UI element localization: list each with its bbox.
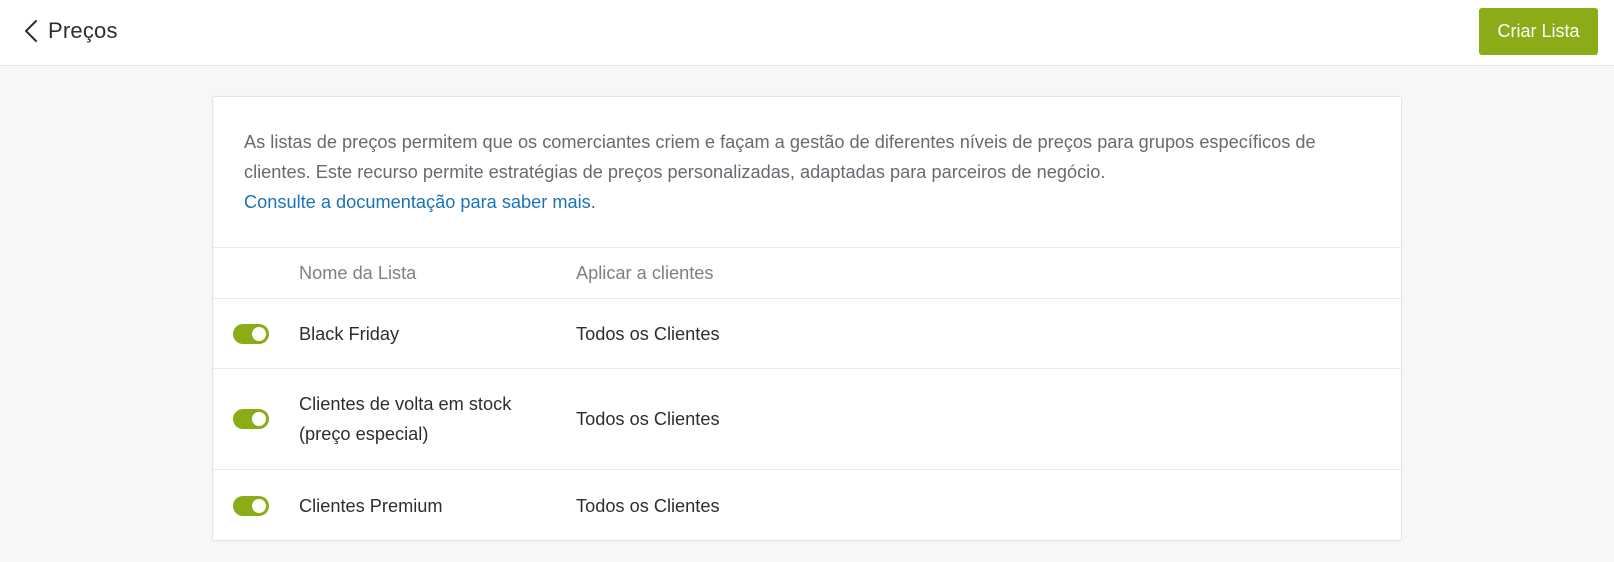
column-header-name: Nome da Lista	[299, 263, 417, 283]
list-name: Clientes de volta em stock (preço especi…	[299, 394, 512, 444]
column-header-apply: Aplicar a clientes	[576, 263, 714, 283]
apply-to: Todos os Clientes	[576, 495, 720, 516]
enabled-toggle[interactable]	[233, 409, 269, 429]
enabled-toggle[interactable]	[233, 323, 269, 344]
toggle-knob	[252, 412, 266, 426]
toggle-knob	[252, 498, 266, 513]
list-name: Clientes Premium	[299, 495, 443, 516]
create-list-button[interactable]: Criar Lista	[1479, 8, 1598, 55]
price-lists-card: As listas de preços permitem que os come…	[212, 96, 1402, 541]
chevron-left-icon	[24, 19, 38, 43]
table-row[interactable]: Clientes Premium Todos os Clientes	[213, 470, 1401, 541]
toggle-knob	[252, 326, 266, 341]
page-title: Preços	[48, 18, 118, 43]
intro-section: As listas de preços permitem que os come…	[213, 97, 1401, 248]
table-row[interactable]: Clientes de volta em stock (preço especi…	[213, 369, 1401, 470]
list-name: Black Friday	[299, 323, 400, 344]
table-header: Nome da Lista Aplicar a clientes	[213, 248, 1401, 299]
table-row[interactable]: Black Friday Todos os Clientes	[213, 299, 1401, 369]
top-bar: Preços Criar Lista	[0, 0, 1614, 66]
apply-to: Todos os Clientes	[576, 409, 720, 429]
apply-to: Todos os Clientes	[576, 323, 720, 344]
back-button[interactable]: Preços	[24, 13, 118, 49]
documentation-link[interactable]: Consulte a documentação para saber mais.	[244, 192, 596, 212]
enabled-toggle[interactable]	[233, 495, 269, 516]
intro-text: As listas de preços permitem que os come…	[244, 132, 1316, 182]
